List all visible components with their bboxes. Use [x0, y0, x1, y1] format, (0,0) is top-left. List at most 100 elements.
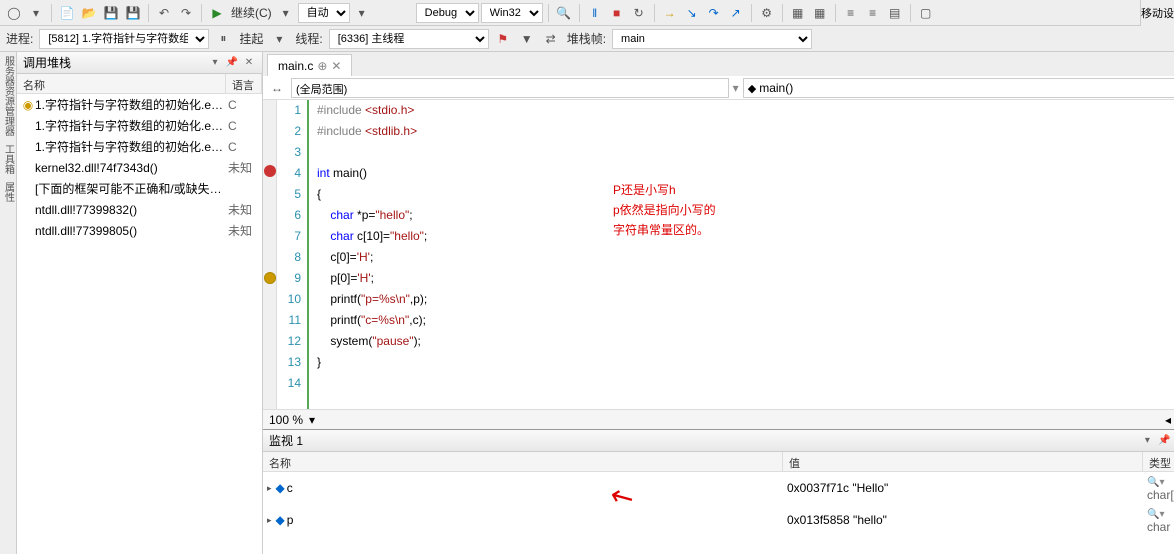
code-editor[interactable]: 1234567891011121314 #include <stdio.h>#i…: [263, 100, 1174, 409]
dropdown-icon[interactable]: ▾: [269, 29, 289, 49]
callstack-pane: 调用堆栈 ▾ 📌 ✕ 名称 语言 ◉1.字符指针与字符数组的初始化.exe!ma…: [17, 52, 263, 554]
suspend-icon[interactable]: ⏸: [213, 29, 233, 49]
code-line[interactable]: int main(): [317, 163, 1174, 184]
dropdown-icon[interactable]: ▾: [208, 56, 222, 70]
callstack-title: 调用堆栈: [23, 54, 71, 71]
undo-icon[interactable]: ↶: [154, 3, 174, 23]
code-line[interactable]: char c[10]="hello";: [317, 226, 1174, 247]
annotation: P还是小写h p依然是指向小写的 字符串常量区的。: [613, 180, 716, 240]
platform-combo[interactable]: Win32: [481, 3, 543, 23]
uncomment-icon[interactable]: ≡: [863, 3, 883, 23]
watch-row[interactable]: ▸◆ p0x013f5858 "hello"🔍▾ char *: [263, 504, 1174, 536]
process-label: 进程:: [4, 30, 35, 47]
hex-icon[interactable]: ⚙: [757, 3, 777, 23]
nav-icon[interactable]: ↔: [267, 78, 287, 98]
stop-icon[interactable]: ■: [607, 3, 627, 23]
watch-list[interactable]: ▸◆ c0x0037f71c "Hello"🔍▾ char[10]▸◆ p0x0…: [263, 472, 1174, 554]
window-icon[interactable]: ▢: [916, 3, 936, 23]
callstack-row[interactable]: [下面的框架可能不正确和/或缺失，没有为: [17, 178, 262, 199]
dropdown-icon[interactable]: ▾: [352, 3, 372, 23]
stackframe-combo[interactable]: main: [612, 29, 812, 49]
close-icon[interactable]: ✕: [242, 56, 256, 70]
pin-icon[interactable]: ⊕: [317, 59, 327, 73]
code-line[interactable]: printf("c=%s\n",c);: [317, 310, 1174, 331]
file-tab-label: main.c: [278, 59, 313, 73]
scope-func-combo[interactable]: ◆ main(): [743, 78, 1174, 98]
comment-icon[interactable]: ≡: [841, 3, 861, 23]
scope-bar: ↔ (全局范围) ▾ ◆ main() ▾: [263, 76, 1174, 100]
code-line[interactable]: #include <stdlib.h>: [317, 121, 1174, 142]
code-line[interactable]: char *p="hello";: [317, 205, 1174, 226]
thread-combo[interactable]: [6336] 主线程: [329, 29, 489, 49]
col-lang[interactable]: 语言: [226, 74, 262, 93]
col-name[interactable]: 名称: [17, 74, 226, 93]
callstack-row[interactable]: ntdll.dll!77399832()未知: [17, 199, 262, 220]
code-line[interactable]: c[0]='H';: [317, 247, 1174, 268]
left-sidebar: 服务器资源管理器 工具箱 属性: [0, 52, 17, 554]
show-next-icon[interactable]: →: [660, 3, 680, 23]
code-line[interactable]: [317, 142, 1174, 163]
tool-icon[interactable]: ▦: [810, 3, 830, 23]
filter-icon[interactable]: ▼: [517, 29, 537, 49]
dropdown-icon[interactable]: ▾: [276, 3, 296, 23]
find-icon[interactable]: 🔍: [554, 3, 574, 23]
restart-icon[interactable]: ↻: [629, 3, 649, 23]
code-line[interactable]: [317, 373, 1174, 394]
dropdown-icon[interactable]: ▾: [309, 413, 315, 427]
continue-icon[interactable]: ▶: [207, 3, 227, 23]
save-all-icon[interactable]: 💾: [123, 3, 143, 23]
step-out-icon[interactable]: ↗: [726, 3, 746, 23]
callstack-list[interactable]: ◉1.字符指针与字符数组的初始化.exe!main(..C1.字符指针与字符数组…: [17, 94, 262, 554]
editor-tab[interactable]: main.c ⊕ ✕: [267, 54, 352, 76]
pin-icon[interactable]: 📌: [225, 56, 239, 70]
nav-back-icon[interactable]: ◯: [4, 3, 24, 23]
main-toolbar: ◯ ▾ 📄 📂 💾 💾 ↶ ↷ ▶ 继续(C) ▾ 自动 ▾ Debug Win…: [0, 0, 1174, 26]
config-combo[interactable]: 自动: [298, 3, 350, 23]
watch-title: 监视 1: [269, 432, 303, 449]
sidebar-tab[interactable]: 属性: [1, 182, 16, 202]
step-into-icon[interactable]: ↘: [682, 3, 702, 23]
tool-icon[interactable]: ▦: [788, 3, 808, 23]
scope-global-combo[interactable]: (全局范围): [291, 78, 729, 98]
flag-icon[interactable]: ⚑: [493, 29, 513, 49]
callstack-row[interactable]: ntdll.dll!77399805()未知: [17, 220, 262, 241]
thread-label: 线程:: [293, 30, 324, 47]
step-over-icon[interactable]: ↷: [704, 3, 724, 23]
code-line[interactable]: p[0]='H';: [317, 268, 1174, 289]
col-name[interactable]: 名称: [263, 452, 783, 471]
callstack-row[interactable]: 1.字符指针与字符数组的初始化.exe!mainC..C: [17, 136, 262, 157]
code-line[interactable]: {: [317, 184, 1174, 205]
callstack-row[interactable]: ◉1.字符指针与字符数组的初始化.exe!main(..C: [17, 94, 262, 115]
sidebar-tab[interactable]: 服务器资源管理器: [1, 56, 16, 136]
bookmark-icon[interactable]: ▤: [885, 3, 905, 23]
dropdown-icon[interactable]: ▾: [1140, 434, 1154, 448]
save-icon[interactable]: 💾: [101, 3, 121, 23]
zoom-level[interactable]: 100 %: [269, 413, 303, 427]
nav-fwd-icon[interactable]: ▾: [26, 3, 46, 23]
watch-pane: 监视 1 ▾ 📌 ✕ 名称 值 类型 ▸◆ c0x0037f71c "Hello…: [263, 429, 1174, 554]
redo-icon[interactable]: ↷: [176, 3, 196, 23]
callstack-row[interactable]: 1.字符指针与字符数组的初始化.exe!_tmain(..C: [17, 115, 262, 136]
watch-row[interactable]: ▸◆ c0x0037f71c "Hello"🔍▾ char[10]: [263, 472, 1174, 504]
pin-icon[interactable]: 📌: [1157, 434, 1171, 448]
swap-icon[interactable]: ⇄: [541, 29, 561, 49]
code-line[interactable]: }: [317, 352, 1174, 373]
solution-config-combo[interactable]: Debug: [416, 3, 479, 23]
close-icon[interactable]: ✕: [331, 59, 341, 73]
col-value[interactable]: 值: [783, 452, 1143, 471]
right-dock-tab[interactable]: 移动设: [1140, 0, 1174, 26]
process-bar: 进程: [5812] 1.字符指针与字符数组的初… ⏸ 挂起 ▾ 线程: [63…: [0, 26, 1174, 52]
pause-icon[interactable]: ‖: [585, 3, 605, 23]
code-line[interactable]: printf("p=%s\n",p);: [317, 289, 1174, 310]
suspend-label[interactable]: 挂起: [237, 30, 265, 47]
new-file-icon[interactable]: 📄: [57, 3, 77, 23]
code-line[interactable]: system("pause");: [317, 331, 1174, 352]
continue-label[interactable]: 继续(C): [229, 4, 274, 21]
code-line[interactable]: #include <stdio.h>: [317, 100, 1174, 121]
col-type[interactable]: 类型: [1143, 452, 1174, 471]
split-icon[interactable]: ◂: [1165, 413, 1171, 427]
process-combo[interactable]: [5812] 1.字符指针与字符数组的初…: [39, 29, 209, 49]
open-icon[interactable]: 📂: [79, 3, 99, 23]
sidebar-tab[interactable]: 工具箱: [1, 144, 16, 174]
callstack-row[interactable]: kernel32.dll!74f7343d()未知: [17, 157, 262, 178]
